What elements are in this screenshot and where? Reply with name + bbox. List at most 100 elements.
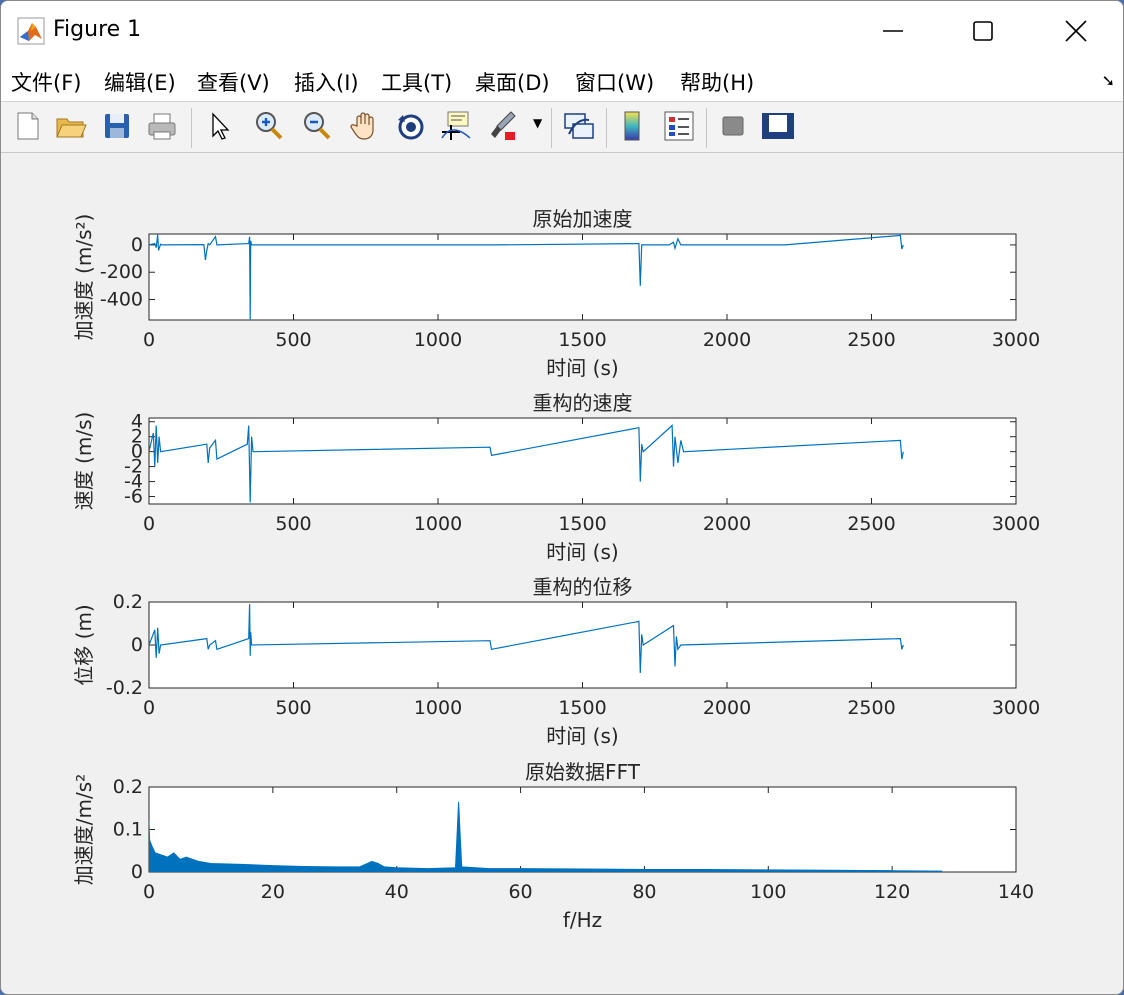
y-tick-label: 0.1 bbox=[113, 819, 143, 841]
minimize-button[interactable] bbox=[863, 7, 923, 55]
x-tick-label: 1000 bbox=[414, 329, 462, 351]
axes-box bbox=[148, 786, 1017, 873]
x-tick-label: 0 bbox=[143, 697, 155, 719]
figure-canvas: 0 500 1000 1500 2000 2500 3000 0 -200 -400 原始加速度 时间… bbox=[1, 153, 1123, 994]
title-bar: Figure 1 bbox=[1, 1, 1123, 61]
menu-window[interactable]: 窗口(W) bbox=[575, 67, 654, 97]
brush-icon[interactable] bbox=[485, 108, 521, 144]
menu-insert[interactable]: 插入(I) bbox=[294, 67, 359, 97]
menu-desktop[interactable]: 桌面(D) bbox=[475, 67, 550, 97]
axes-4[interactable]: 0 20 40 60 80 100 120 140 0.2 0.1 0 原始数据FFT f/Hz 加速度/… bbox=[72, 760, 1034, 932]
axes-title: 重构的位移 bbox=[533, 575, 633, 599]
x-tick-label: 80 bbox=[632, 881, 656, 903]
x-axis-label: 时间 (s) bbox=[546, 540, 618, 564]
x-tick-label: 2000 bbox=[703, 513, 751, 535]
maximize-icon bbox=[973, 21, 993, 41]
pointer-icon[interactable] bbox=[201, 108, 237, 144]
x-tick-label: 500 bbox=[275, 329, 311, 351]
menu-help[interactable]: 帮助(H) bbox=[680, 67, 754, 97]
axes-title: 原始数据FFT bbox=[525, 760, 641, 784]
x-tick-label: 40 bbox=[385, 881, 409, 903]
x-tick-label: 2500 bbox=[847, 513, 895, 535]
axes-title: 重构的速度 bbox=[533, 391, 633, 415]
plot-area: 0 500 1000 1500 2000 2500 30000-200-400原始加速度时间… bbox=[72, 207, 1040, 932]
y-tick-label: 0 bbox=[131, 861, 143, 883]
close-button[interactable] bbox=[1046, 7, 1106, 55]
window-title: Figure 1 bbox=[53, 17, 142, 42]
maximize-button[interactable] bbox=[953, 7, 1013, 55]
x-tick-label: 1500 bbox=[558, 697, 606, 719]
y-tick-label: -400 bbox=[100, 289, 143, 311]
rotate-3d-icon[interactable] bbox=[393, 108, 429, 144]
x-tick-label: 1500 bbox=[558, 513, 606, 535]
x-axis-label: f/Hz bbox=[563, 908, 602, 932]
close-icon bbox=[1065, 20, 1087, 42]
x-tick-label: 1500 bbox=[558, 329, 606, 351]
x-tick-label: 3000 bbox=[992, 697, 1040, 719]
toolbar-separator bbox=[606, 108, 607, 148]
y-tick-label: 0 bbox=[131, 634, 143, 656]
x-tick-label: 2500 bbox=[847, 329, 895, 351]
y-axis-label: 加速度 (m/s²) bbox=[72, 214, 96, 341]
show-plot-tools-icon[interactable] bbox=[760, 108, 796, 144]
x-tick-label: 0 bbox=[143, 513, 155, 535]
save-icon[interactable] bbox=[99, 108, 135, 144]
toolbar-separator bbox=[191, 108, 192, 148]
x-tick-label: 3000 bbox=[992, 513, 1040, 535]
matlab-logo-icon bbox=[17, 17, 45, 45]
x-tick-label: 500 bbox=[275, 697, 311, 719]
new-figure-icon[interactable] bbox=[9, 108, 45, 144]
colorbar-icon[interactable] bbox=[615, 108, 651, 144]
brush-dropdown-icon[interactable]: ▼ bbox=[533, 116, 542, 130]
print-icon[interactable] bbox=[144, 108, 180, 144]
x-tick-label: 20 bbox=[261, 881, 285, 903]
x-tick-label: 3000 bbox=[992, 329, 1040, 351]
y-tick-label: 0 bbox=[131, 234, 143, 256]
x-tick-label: 2000 bbox=[703, 329, 751, 351]
x-tick-label: 140 bbox=[998, 881, 1034, 903]
figure-toolbar: ▼ bbox=[1, 102, 1123, 153]
y-axis-label: 速度 (m/s) bbox=[72, 412, 96, 511]
x-tick-label: 60 bbox=[508, 881, 532, 903]
legend-icon[interactable] bbox=[661, 108, 697, 144]
x-tick-label: 0 bbox=[143, 329, 155, 351]
axes-1[interactable]: 0 500 1000 1500 2000 2500 3000 0 -200 -400 原始加速度时间… bbox=[72, 207, 1040, 380]
x-tick-label: 0 bbox=[143, 881, 155, 903]
y-tick-label: 0.2 bbox=[113, 776, 143, 798]
menu-bar: 文件(F) 编辑(E) 查看(V) 插入(I) 工具(T) 桌面(D) 窗口(W… bbox=[1, 61, 1123, 102]
axes-3[interactable]: 0 500 1000 1500 2000 2500 30000.20-0.2重构的位移时间 … bbox=[72, 575, 1040, 748]
y-tick-label: -0.2 bbox=[106, 677, 143, 699]
minimize-icon bbox=[883, 30, 903, 32]
menu-file[interactable]: 文件(F) bbox=[11, 67, 81, 97]
hide-plot-tools-icon[interactable] bbox=[715, 108, 751, 144]
x-axis-label: 时间 (s) bbox=[546, 356, 618, 380]
axes-box bbox=[148, 417, 1017, 505]
menu-view[interactable]: 查看(V) bbox=[197, 67, 270, 97]
y-tick-label: -6 bbox=[124, 486, 143, 508]
x-tick-label: 2000 bbox=[703, 697, 751, 719]
x-tick-label: 120 bbox=[874, 881, 910, 903]
x-tick-label: 100 bbox=[750, 881, 786, 903]
x-tick-label: 1000 bbox=[414, 697, 462, 719]
y-axis-label: 加速度/m/s² bbox=[72, 774, 96, 885]
x-axis-label: 时间 (s) bbox=[546, 724, 618, 748]
link-plot-icon[interactable] bbox=[561, 108, 597, 144]
menu-tools[interactable]: 工具(T) bbox=[381, 67, 452, 97]
axes-box bbox=[148, 233, 1017, 321]
pan-hand-icon[interactable] bbox=[347, 108, 383, 144]
axes-title: 原始加速度 bbox=[533, 207, 633, 231]
zoom-in-icon[interactable] bbox=[251, 108, 287, 144]
data-cursor-icon[interactable] bbox=[438, 108, 474, 144]
x-tick-label: 500 bbox=[275, 513, 311, 535]
y-tick-label: 0.2 bbox=[113, 591, 143, 613]
x-tick-label: 1000 bbox=[414, 513, 462, 535]
open-file-icon[interactable] bbox=[53, 108, 89, 144]
y-axis-label: 位移 (m) bbox=[72, 604, 96, 685]
toolbar-separator bbox=[706, 108, 707, 148]
axes-2[interactable]: 0 500 1000 1500 2000 2500 3000420-2-4-6重构的速度时间… bbox=[72, 391, 1040, 564]
menu-edit[interactable]: 编辑(E) bbox=[104, 67, 176, 97]
zoom-out-icon[interactable] bbox=[299, 108, 335, 144]
toolbar-separator bbox=[551, 108, 552, 148]
x-tick-label: 2500 bbox=[847, 697, 895, 719]
dock-arrow-icon[interactable]: ➘ bbox=[1102, 71, 1115, 90]
